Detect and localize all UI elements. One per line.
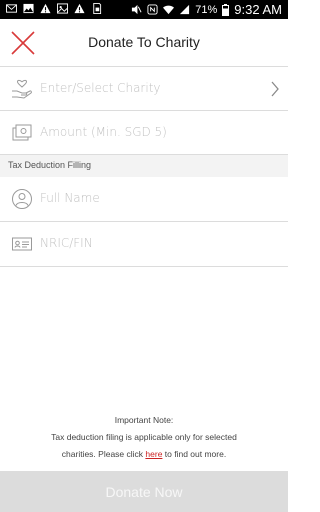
section-title: Tax Deduction Filling xyxy=(8,160,92,170)
note-text-before-link: charities. Please click xyxy=(61,449,146,459)
charity-select-row[interactable]: Enter/Select Charity xyxy=(0,66,288,111)
amount-row[interactable]: Amount (Min. SGD 5) xyxy=(0,110,288,155)
charity-input[interactable]: Enter/Select Charity xyxy=(40,81,161,95)
warning-icon xyxy=(40,3,51,14)
important-note-heading: Important Note: xyxy=(114,415,174,425)
charity-hand-heart-icon xyxy=(12,79,32,99)
page-title: Donate To Charity xyxy=(88,34,200,50)
wifi-icon xyxy=(163,5,175,15)
battery-percent: 71% xyxy=(195,3,218,16)
user-icon xyxy=(12,189,32,209)
important-note-line2: charities. Please click here to find out… xyxy=(0,449,288,459)
system-icons: 71% 9:32 AM xyxy=(131,2,282,17)
status-bar: 71% 9:32 AM xyxy=(0,0,288,19)
sim-card-icon xyxy=(93,3,102,14)
money-icon xyxy=(12,124,32,141)
fullname-input[interactable]: Full Name xyxy=(40,191,100,205)
gallery-icon xyxy=(57,3,68,14)
image-icon xyxy=(23,3,34,14)
mute-icon xyxy=(132,4,142,15)
fullname-row[interactable]: Full Name xyxy=(0,177,288,221)
nfc-icon xyxy=(147,4,158,15)
note-text-after-link: to find out more. xyxy=(162,449,227,459)
find-out-more-link[interactable]: here xyxy=(145,449,162,459)
nric-input[interactable]: NRIC/FIN xyxy=(40,236,93,250)
warning-icon xyxy=(74,3,85,14)
id-card-icon xyxy=(12,237,32,251)
app-header: Donate To Charity xyxy=(0,19,288,66)
mail-icon xyxy=(6,4,17,13)
signal-icon xyxy=(180,4,190,15)
donate-now-button[interactable]: Donate Now xyxy=(0,471,288,512)
chevron-right-icon xyxy=(271,81,279,97)
notification-icons xyxy=(6,3,102,14)
amount-input[interactable]: Amount (Min. SGD 5) xyxy=(40,125,167,139)
important-note-line1: Tax deduction filing is applicable only … xyxy=(51,432,237,442)
nric-row[interactable]: NRIC/FIN xyxy=(0,221,288,267)
battery-icon xyxy=(222,3,230,16)
tax-deduction-section-header: Tax Deduction Filling xyxy=(0,154,288,178)
status-time: 9:32 AM xyxy=(234,2,282,17)
